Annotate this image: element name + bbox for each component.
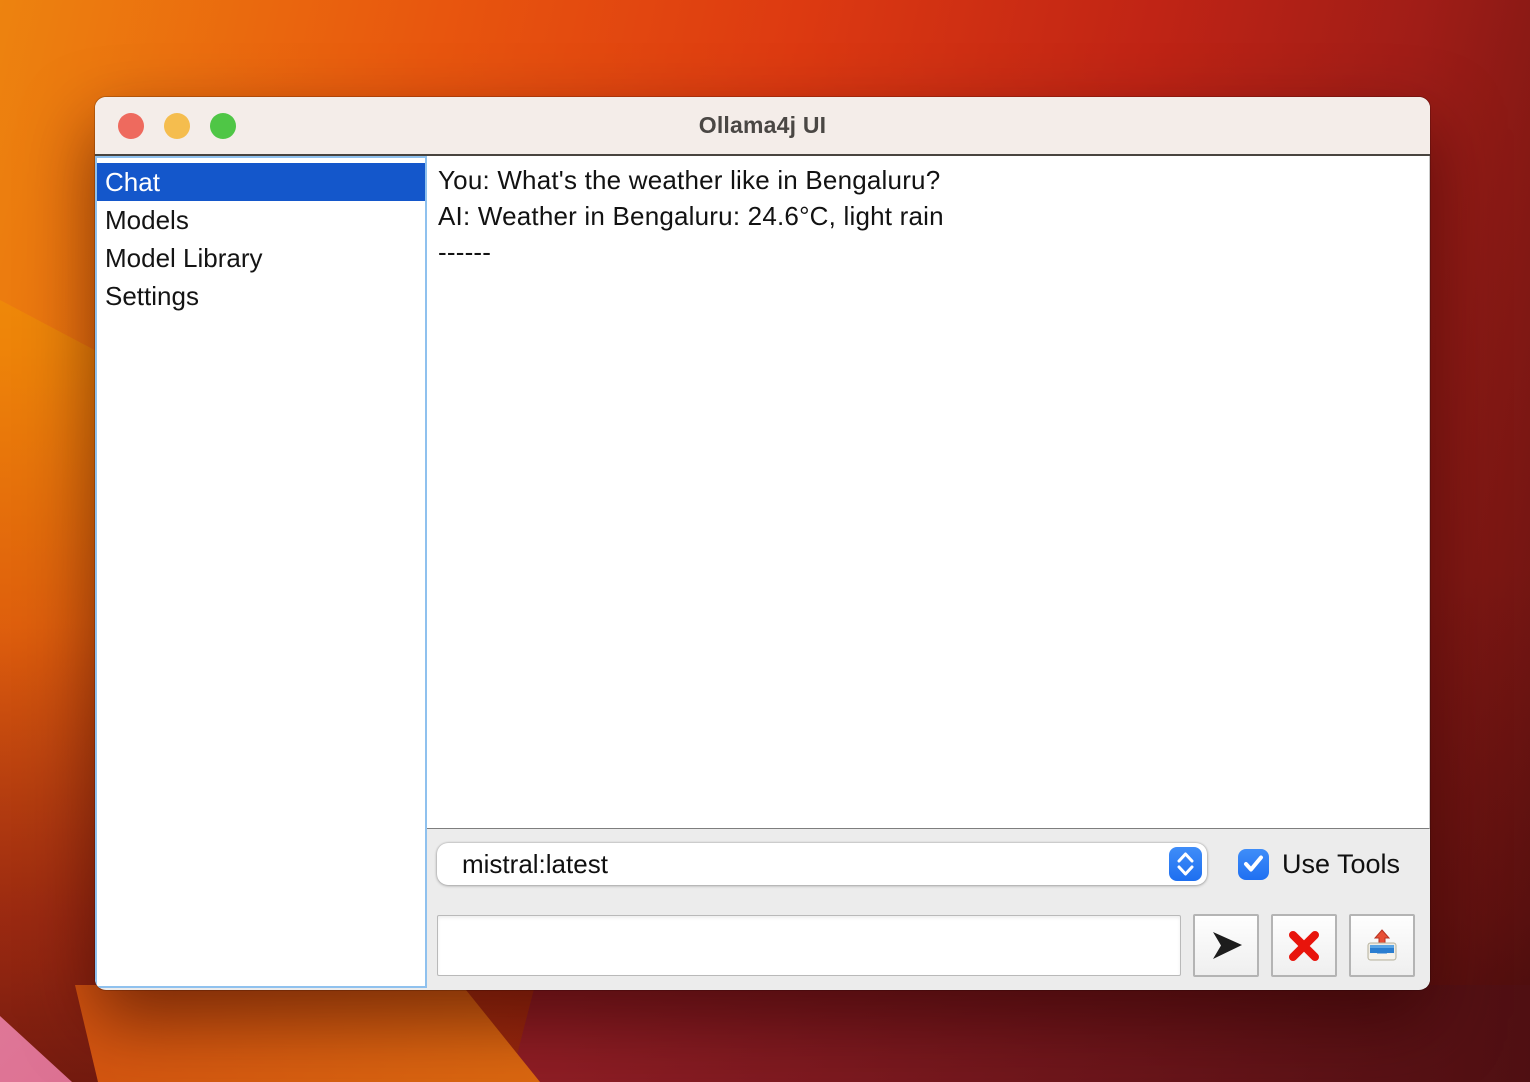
titlebar[interactable]: Ollama4j UI bbox=[95, 97, 1430, 156]
send-icon bbox=[1207, 927, 1245, 965]
cancel-x-icon bbox=[1288, 930, 1320, 962]
use-tools-label: Use Tools bbox=[1282, 849, 1400, 880]
outbox-upload-icon bbox=[1362, 926, 1402, 966]
send-button[interactable] bbox=[1193, 914, 1259, 977]
chat-line-separator: ------ bbox=[438, 234, 1418, 270]
upload-button[interactable] bbox=[1349, 914, 1415, 977]
model-select-value: mistral:latest bbox=[437, 849, 1169, 880]
dropdown-stepper-icon bbox=[1169, 847, 1202, 881]
traffic-lights bbox=[118, 97, 236, 154]
sidebar-nav-list: Chat Models Model Library Settings bbox=[95, 156, 427, 988]
sidebar-item-model-library[interactable]: Model Library bbox=[97, 239, 425, 277]
model-select-dropdown[interactable]: mistral:latest bbox=[437, 843, 1207, 885]
sidebar-item-chat[interactable]: Chat bbox=[97, 163, 425, 201]
close-button[interactable] bbox=[118, 113, 144, 139]
chat-line-ai: AI: Weather in Bengaluru: 24.6°C, light … bbox=[438, 198, 1418, 234]
window-title: Ollama4j UI bbox=[699, 112, 826, 139]
controls-panel: mistral:latest Use Tools bbox=[427, 829, 1430, 988]
use-tools-checkbox[interactable] bbox=[1238, 849, 1269, 880]
sidebar-item-models[interactable]: Models bbox=[97, 201, 425, 239]
app-window: Ollama4j UI Chat Models Model Library Se… bbox=[95, 97, 1430, 990]
zoom-button[interactable] bbox=[210, 113, 236, 139]
cancel-button[interactable] bbox=[1271, 914, 1337, 977]
message-input[interactable] bbox=[437, 915, 1181, 976]
use-tools-toggle[interactable]: Use Tools bbox=[1238, 849, 1400, 880]
sidebar-item-settings[interactable]: Settings bbox=[97, 277, 425, 315]
chat-transcript[interactable]: You: What's the weather like in Bengalur… bbox=[427, 156, 1430, 829]
minimize-button[interactable] bbox=[164, 113, 190, 139]
chat-line-user: You: What's the weather like in Bengalur… bbox=[438, 162, 1418, 198]
